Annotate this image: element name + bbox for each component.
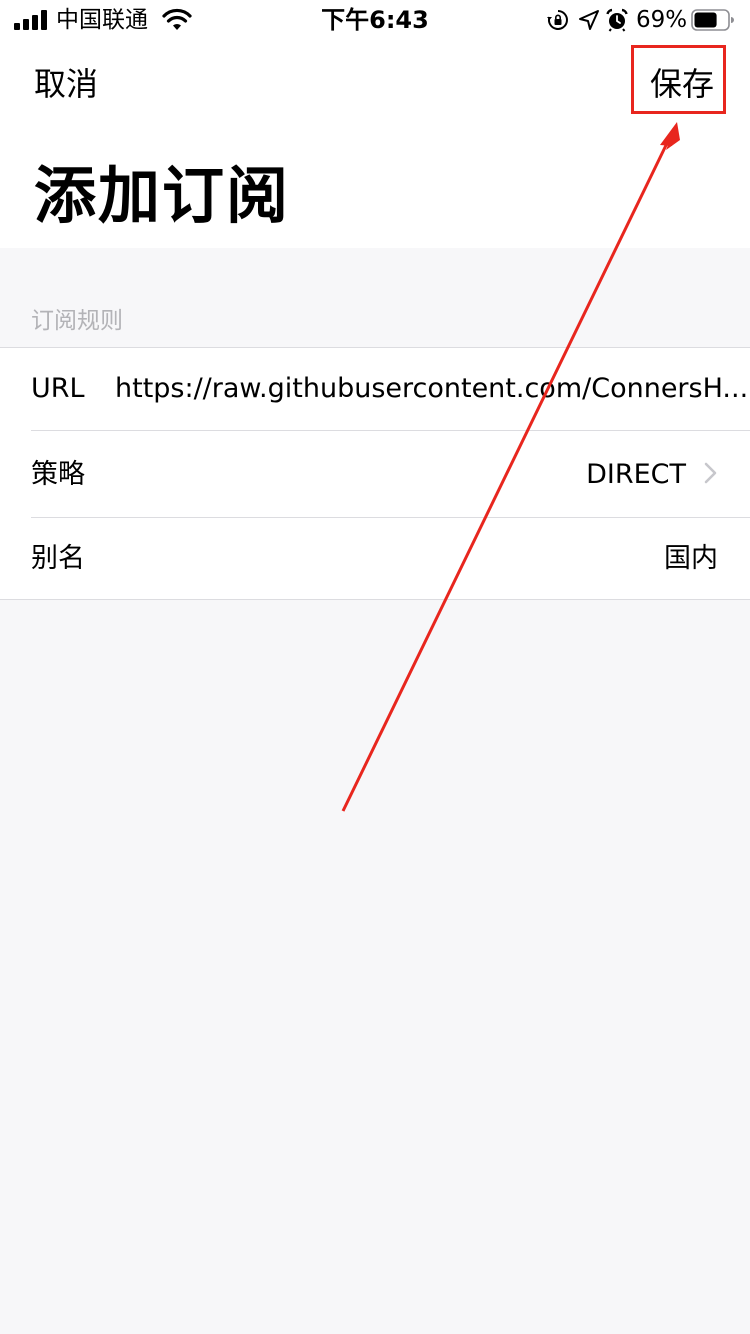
header-area: 中国联通 下午6:43 69% 取消 保存 添加订阅 bbox=[0, 0, 750, 248]
orientation-lock-icon bbox=[547, 10, 568, 30]
chevron-right-icon bbox=[704, 462, 717, 484]
screen: 中国联通 下午6:43 69% 取消 保存 添加订阅 订阅规则 URL http… bbox=[0, 0, 750, 1334]
status-bar: 中国联通 下午6:43 69% bbox=[0, 0, 750, 40]
alias-value[interactable]: 国内 bbox=[664, 541, 718, 577]
cancel-button[interactable]: 取消 bbox=[34, 62, 98, 106]
settings-group: URL https://raw.githubusercontent.com/Co… bbox=[0, 347, 750, 600]
url-value[interactable]: https://raw.githubusercontent.com/Conner… bbox=[115, 371, 748, 407]
policy-value: DIRECT bbox=[586, 459, 686, 490]
page-title: 添加订阅 bbox=[34, 159, 291, 232]
url-label: URL bbox=[31, 373, 85, 404]
section-header: 订阅规则 bbox=[31, 308, 123, 334]
alarm-icon bbox=[606, 8, 628, 32]
policy-row[interactable]: 策略 DIRECT bbox=[0, 431, 750, 518]
url-row[interactable]: URL https://raw.githubusercontent.com/Co… bbox=[0, 348, 750, 431]
battery-percent: 69% bbox=[636, 7, 688, 33]
alias-row[interactable]: 别名 国内 bbox=[0, 518, 750, 600]
alias-label: 别名 bbox=[31, 543, 85, 574]
battery-icon bbox=[691, 9, 734, 31]
location-icon bbox=[579, 10, 599, 30]
highlight-box bbox=[631, 45, 726, 114]
policy-label: 策略 bbox=[31, 459, 85, 490]
